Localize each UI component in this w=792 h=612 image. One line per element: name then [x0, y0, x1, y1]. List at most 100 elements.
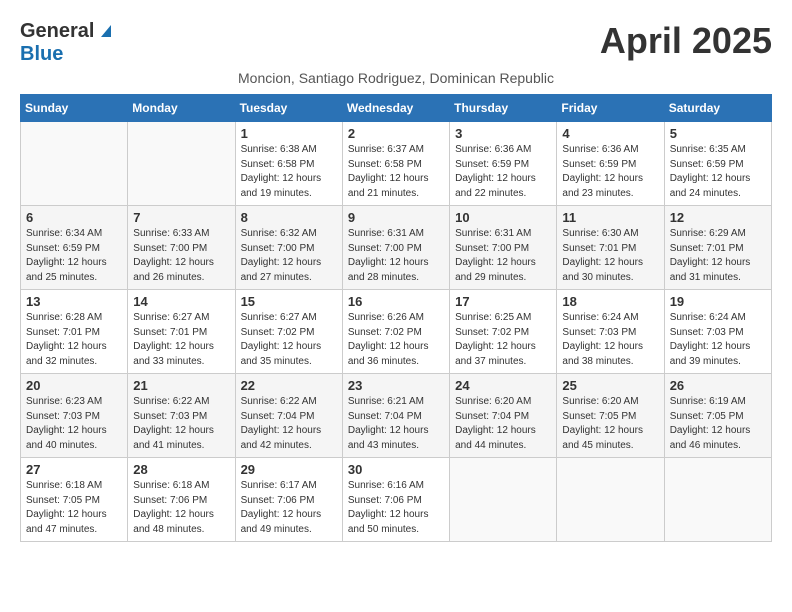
- weekday-sunday: Sunday: [21, 95, 128, 122]
- day-info: Sunrise: 6:33 AM Sunset: 7:00 PM Dayligh…: [133, 227, 229, 285]
- calendar-cell: 27 Sunrise: 6:18 AM Sunset: 7:05 PM Dayli…: [21, 458, 128, 542]
- day-info: Sunrise: 6:24 AM Sunset: 7:03 PM Dayligh…: [562, 311, 658, 369]
- weekday-header-row: SundayMondayTuesdayWednesdayThursdayFrid…: [21, 95, 772, 122]
- day-info: Sunrise: 6:22 AM Sunset: 7:04 PM Dayligh…: [241, 395, 337, 453]
- day-number: 30: [348, 462, 444, 477]
- day-number: 2: [348, 126, 444, 141]
- day-info: Sunrise: 6:27 AM Sunset: 7:01 PM Dayligh…: [133, 311, 229, 369]
- day-info: Sunrise: 6:36 AM Sunset: 6:59 PM Dayligh…: [455, 143, 551, 201]
- calendar-cell: 9 Sunrise: 6:31 AM Sunset: 7:00 PM Daylig…: [342, 206, 449, 290]
- day-number: 20: [26, 378, 122, 393]
- weekday-thursday: Thursday: [450, 95, 557, 122]
- logo-general-text: General: [20, 20, 94, 43]
- day-number: 16: [348, 294, 444, 309]
- calendar-cell: 30 Sunrise: 6:16 AM Sunset: 7:06 PM Dayli…: [342, 458, 449, 542]
- day-number: 23: [348, 378, 444, 393]
- day-info: Sunrise: 6:20 AM Sunset: 7:05 PM Dayligh…: [562, 395, 658, 453]
- day-number: 4: [562, 126, 658, 141]
- day-info: Sunrise: 6:37 AM Sunset: 6:58 PM Dayligh…: [348, 143, 444, 201]
- weekday-monday: Monday: [128, 95, 235, 122]
- calendar-cell: 29Sunrise: 6:17 AM Sunset: 7:06 PM Dayli…: [235, 458, 342, 542]
- day-info: Sunrise: 6:31 AM Sunset: 7:00 PM Dayligh…: [348, 227, 444, 285]
- day-info: Sunrise: 6:26 AM Sunset: 7:02 PM Dayligh…: [348, 311, 444, 369]
- logo: General Blue: [20, 20, 115, 66]
- day-info: Sunrise: 6:34 AM Sunset: 6:59 PM Dayligh…: [26, 227, 122, 285]
- day-number: 6: [26, 210, 122, 225]
- day-info: Sunrise: 6:21 AM Sunset: 7:04 PM Dayligh…: [348, 395, 444, 453]
- logo-triangle-icon: [97, 21, 115, 44]
- location-subtitle: Moncion, Santiago Rodriguez, Dominican R…: [20, 70, 772, 86]
- day-number: 11: [562, 210, 658, 225]
- day-info: Sunrise: 6:23 AM Sunset: 7:03 PM Dayligh…: [26, 395, 122, 453]
- calendar-cell: 11Sunrise: 6:30 AM Sunset: 7:01 PM Dayli…: [557, 206, 664, 290]
- weekday-wednesday: Wednesday: [342, 95, 449, 122]
- logo-blue-text: Blue: [20, 43, 63, 65]
- calendar-cell: [450, 458, 557, 542]
- calendar-cell: 15Sunrise: 6:27 AM Sunset: 7:02 PM Dayli…: [235, 290, 342, 374]
- calendar-cell: 25 Sunrise: 6:20 AM Sunset: 7:05 PM Dayli…: [557, 374, 664, 458]
- weekday-friday: Friday: [557, 95, 664, 122]
- day-info: Sunrise: 6:19 AM Sunset: 7:05 PM Dayligh…: [670, 395, 766, 453]
- day-number: 18: [562, 294, 658, 309]
- week-row-1: 1 Sunrise: 6:38 AM Sunset: 6:58 PM Daylig…: [21, 122, 772, 206]
- calendar-cell: [557, 458, 664, 542]
- calendar-table: SundayMondayTuesdayWednesdayThursdayFrid…: [20, 94, 772, 542]
- calendar-cell: 4 Sunrise: 6:36 AM Sunset: 6:59 PM Daylig…: [557, 122, 664, 206]
- week-row-3: 13 Sunrise: 6:28 AM Sunset: 7:01 PM Dayli…: [21, 290, 772, 374]
- day-info: Sunrise: 6:24 AM Sunset: 7:03 PM Dayligh…: [670, 311, 766, 369]
- calendar-cell: 28 Sunrise: 6:18 AM Sunset: 7:06 PM Dayli…: [128, 458, 235, 542]
- month-title: April 2025: [600, 20, 772, 62]
- day-number: 5: [670, 126, 766, 141]
- day-info: Sunrise: 6:25 AM Sunset: 7:02 PM Dayligh…: [455, 311, 551, 369]
- day-number: 25: [562, 378, 658, 393]
- day-info: Sunrise: 6:32 AM Sunset: 7:00 PM Dayligh…: [241, 227, 337, 285]
- calendar-cell: 16 Sunrise: 6:26 AM Sunset: 7:02 PM Dayli…: [342, 290, 449, 374]
- day-info: Sunrise: 6:18 AM Sunset: 7:06 PM Dayligh…: [133, 479, 229, 537]
- day-info: Sunrise: 6:18 AM Sunset: 7:05 PM Dayligh…: [26, 479, 122, 537]
- day-number: 28: [133, 462, 229, 477]
- day-number: 21: [133, 378, 229, 393]
- page-header: General Blue April 2025: [20, 20, 772, 66]
- calendar-cell: 3 Sunrise: 6:36 AM Sunset: 6:59 PM Daylig…: [450, 122, 557, 206]
- day-number: 24: [455, 378, 551, 393]
- day-number: 29: [241, 462, 337, 477]
- day-info: Sunrise: 6:20 AM Sunset: 7:04 PM Dayligh…: [455, 395, 551, 453]
- day-number: 1: [241, 126, 337, 141]
- day-number: 19: [670, 294, 766, 309]
- calendar-cell: 17 Sunrise: 6:25 AM Sunset: 7:02 PM Dayli…: [450, 290, 557, 374]
- calendar-cell: 21Sunrise: 6:22 AM Sunset: 7:03 PM Dayli…: [128, 374, 235, 458]
- day-number: 27: [26, 462, 122, 477]
- calendar-cell: 5 Sunrise: 6:35 AM Sunset: 6:59 PM Daylig…: [664, 122, 771, 206]
- calendar-cell: [21, 122, 128, 206]
- day-info: Sunrise: 6:36 AM Sunset: 6:59 PM Dayligh…: [562, 143, 658, 201]
- calendar-cell: 6 Sunrise: 6:34 AM Sunset: 6:59 PM Daylig…: [21, 206, 128, 290]
- calendar-cell: 22 Sunrise: 6:22 AM Sunset: 7:04 PM Dayli…: [235, 374, 342, 458]
- day-number: 26: [670, 378, 766, 393]
- day-number: 17: [455, 294, 551, 309]
- day-number: 14: [133, 294, 229, 309]
- week-row-2: 6 Sunrise: 6:34 AM Sunset: 6:59 PM Daylig…: [21, 206, 772, 290]
- calendar-cell: 13 Sunrise: 6:28 AM Sunset: 7:01 PM Dayli…: [21, 290, 128, 374]
- day-info: Sunrise: 6:38 AM Sunset: 6:58 PM Dayligh…: [241, 143, 337, 201]
- day-number: 10: [455, 210, 551, 225]
- calendar-cell: 7 Sunrise: 6:33 AM Sunset: 7:00 PM Daylig…: [128, 206, 235, 290]
- day-info: Sunrise: 6:31 AM Sunset: 7:00 PM Dayligh…: [455, 227, 551, 285]
- weekday-tuesday: Tuesday: [235, 95, 342, 122]
- calendar-cell: [128, 122, 235, 206]
- day-number: 3: [455, 126, 551, 141]
- week-row-4: 20 Sunrise: 6:23 AM Sunset: 7:03 PM Dayli…: [21, 374, 772, 458]
- day-number: 9: [348, 210, 444, 225]
- calendar-cell: 19 Sunrise: 6:24 AM Sunset: 7:03 PM Dayli…: [664, 290, 771, 374]
- day-number: 22: [241, 378, 337, 393]
- day-info: Sunrise: 6:16 AM Sunset: 7:06 PM Dayligh…: [348, 479, 444, 537]
- calendar-cell: 12Sunrise: 6:29 AM Sunset: 7:01 PM Dayli…: [664, 206, 771, 290]
- calendar-cell: 23 Sunrise: 6:21 AM Sunset: 7:04 PM Dayli…: [342, 374, 449, 458]
- week-row-5: 27 Sunrise: 6:18 AM Sunset: 7:05 PM Dayli…: [21, 458, 772, 542]
- day-number: 7: [133, 210, 229, 225]
- day-info: Sunrise: 6:35 AM Sunset: 6:59 PM Dayligh…: [670, 143, 766, 201]
- day-info: Sunrise: 6:28 AM Sunset: 7:01 PM Dayligh…: [26, 311, 122, 369]
- calendar-cell: 26 Sunrise: 6:19 AM Sunset: 7:05 PM Dayli…: [664, 374, 771, 458]
- day-number: 13: [26, 294, 122, 309]
- calendar-cell: 10 Sunrise: 6:31 AM Sunset: 7:00 PM Dayli…: [450, 206, 557, 290]
- calendar-cell: 1 Sunrise: 6:38 AM Sunset: 6:58 PM Daylig…: [235, 122, 342, 206]
